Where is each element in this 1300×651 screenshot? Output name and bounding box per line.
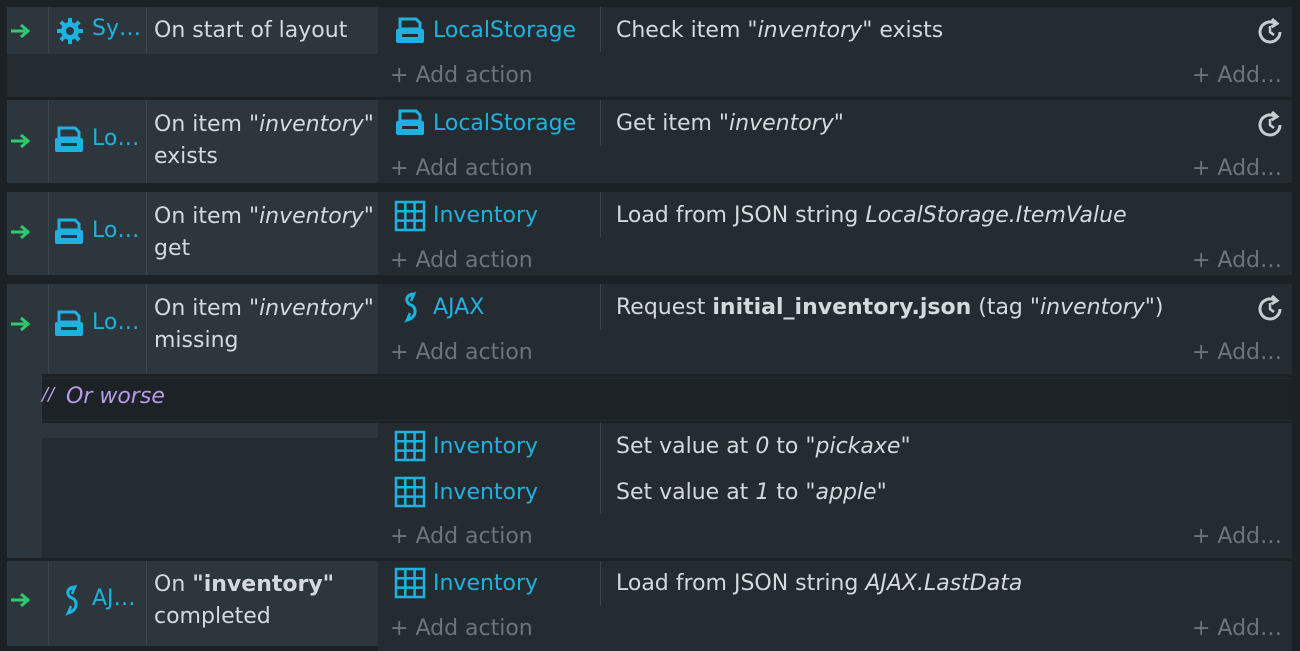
comment-text[interactable]: Or worse xyxy=(66,382,165,412)
storage-icon xyxy=(55,310,83,336)
add-more-button[interactable]: + Add… xyxy=(1192,61,1282,91)
trigger-arrow-icon xyxy=(11,224,31,240)
event-object-name[interactable]: AJ… xyxy=(92,586,136,611)
action-object-name[interactable]: Inventory xyxy=(433,432,538,462)
action-object-name[interactable]: Inventory xyxy=(433,478,538,508)
event-object-name[interactable]: Sy… xyxy=(92,16,141,41)
storage-icon xyxy=(396,109,424,135)
grid-icon xyxy=(394,567,426,599)
sub-event-indent-rail xyxy=(7,374,42,558)
event-object-name[interactable]: Lo… xyxy=(92,126,139,151)
action-object-name[interactable]: Inventory xyxy=(433,569,538,599)
ajax-icon xyxy=(404,291,417,323)
action-text[interactable]: Request initial_inventory.json (tag "inv… xyxy=(616,293,1163,323)
ajax-icon xyxy=(65,584,78,616)
reload-icon xyxy=(1258,294,1282,321)
condition-text[interactable]: On start of layout xyxy=(154,15,347,47)
add-more-button[interactable]: + Add… xyxy=(1192,154,1282,184)
add-more-button[interactable]: + Add… xyxy=(1192,246,1282,276)
action-text[interactable]: Get item "inventory" xyxy=(616,109,844,139)
sub-event-condition-header xyxy=(42,423,378,438)
condition-text[interactable]: On item "inventory" get xyxy=(154,201,374,265)
action-object-name[interactable]: LocalStorage xyxy=(433,16,576,46)
action-object-name[interactable]: AJAX xyxy=(433,293,484,323)
gear-icon xyxy=(57,18,83,44)
event-1-condition-spacer xyxy=(7,54,378,97)
action-text[interactable]: Load from JSON string AJAX.LastData xyxy=(616,569,1022,599)
grid-icon xyxy=(394,476,426,508)
comment-row[interactable] xyxy=(42,378,1292,421)
condition-text[interactable]: On item "inventory" exists xyxy=(154,109,374,173)
action-object-name[interactable]: LocalStorage xyxy=(433,109,576,139)
trigger-arrow-icon xyxy=(11,592,31,608)
add-action-button[interactable]: + Add action xyxy=(390,338,533,368)
add-action-button[interactable]: + Add action xyxy=(390,614,533,644)
trigger-arrow-icon xyxy=(11,23,31,39)
action-text[interactable]: Load from JSON string LocalStorage.ItemV… xyxy=(616,201,1127,231)
add-action-button[interactable]: + Add action xyxy=(390,154,533,184)
storage-icon xyxy=(55,126,83,152)
comment-icon: // xyxy=(42,384,55,405)
condition-text[interactable]: On "inventory" completed xyxy=(154,569,334,633)
storage-icon xyxy=(55,218,83,244)
grid-icon xyxy=(394,430,426,462)
grid-icon xyxy=(394,200,426,232)
storage-icon xyxy=(396,17,424,43)
add-more-button[interactable]: + Add… xyxy=(1192,614,1282,644)
event-object-name[interactable]: Lo… xyxy=(92,218,139,243)
add-action-button[interactable]: + Add action xyxy=(390,61,533,91)
add-more-button[interactable]: + Add… xyxy=(1192,522,1282,552)
trigger-arrow-icon xyxy=(11,316,31,332)
action-text[interactable]: Set value at 0 to "pickaxe" xyxy=(616,432,911,462)
condition-text[interactable]: On item "inventory" missing xyxy=(154,293,374,357)
add-action-button[interactable]: + Add action xyxy=(390,522,533,552)
trigger-arrow-icon xyxy=(11,133,31,149)
reload-icon xyxy=(1258,110,1282,137)
action-object-name[interactable]: Inventory xyxy=(433,201,538,231)
event-object-name[interactable]: Lo… xyxy=(92,310,139,335)
action-text[interactable]: Set value at 1 to "apple" xyxy=(616,478,887,508)
reload-icon xyxy=(1258,17,1282,44)
add-more-button[interactable]: + Add… xyxy=(1192,338,1282,368)
sub-event-condition-block[interactable] xyxy=(42,423,378,558)
add-action-button[interactable]: + Add action xyxy=(390,246,533,276)
action-text[interactable]: Check item "inventory" exists xyxy=(616,16,943,46)
